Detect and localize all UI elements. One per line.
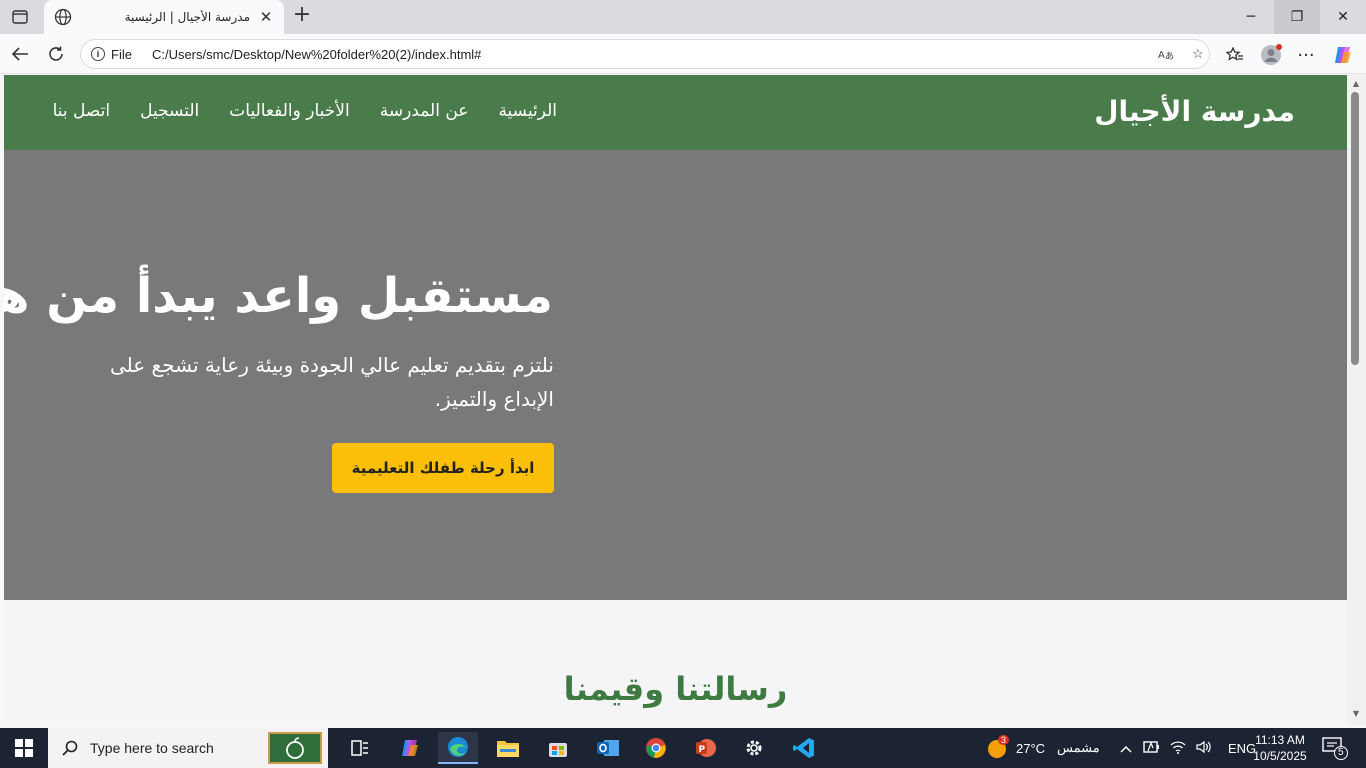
svg-text:あ: あ: [1165, 51, 1174, 61]
nav-link-home[interactable]: الرئيسية: [498, 101, 557, 121]
settings-gear-icon[interactable]: [734, 732, 774, 764]
read-aloud-icon[interactable]: Aあ: [1155, 43, 1177, 65]
vscode-icon[interactable]: [784, 732, 824, 764]
close-window-button[interactable]: ✕: [1320, 0, 1366, 34]
webpage-viewport: مدرسة الأجيال الرئيسية عن المدرسة الأخبا…: [4, 75, 1347, 725]
taskbar-clock[interactable]: 11:13 AM 10/5/2025: [1246, 732, 1314, 764]
address-toolbar: i File C:/Users/smc/Desktop/New%20folder…: [0, 34, 1366, 74]
minimize-button[interactable]: ─: [1228, 0, 1274, 34]
nav-link-about[interactable]: عن المدرسة: [380, 101, 469, 121]
weather-badge: 3: [998, 735, 1010, 745]
svg-text:A: A: [1158, 50, 1165, 61]
page-scrollbar[interactable]: ▲ ▼: [1347, 75, 1366, 725]
windows-start-icon[interactable]: [0, 728, 48, 768]
copilot-icon[interactable]: [1330, 42, 1356, 68]
globe-icon: [54, 8, 72, 26]
edge-browser-icon[interactable]: [438, 732, 478, 764]
new-tab-button[interactable]: +: [290, 4, 314, 28]
url-bar[interactable]: i File C:/Users/smc/Desktop/New%20folder…: [80, 39, 1210, 69]
site-brand[interactable]: مدرسة الأجيال: [1094, 95, 1295, 128]
browser-tab[interactable]: مدرسة الأجيال | الرئيسية ✕: [44, 0, 284, 34]
hero-title: مستقبل واعد يبدأ من هنا: [4, 268, 553, 324]
scroll-up-icon[interactable]: ▲: [1351, 79, 1361, 89]
refresh-icon[interactable]: [44, 42, 68, 66]
url-text[interactable]: C:/Users/smc/Desktop/New%20folder%20(2)/…: [152, 47, 1145, 62]
microsoft-store-icon[interactable]: [538, 732, 578, 764]
wifi-icon[interactable]: [1170, 740, 1186, 757]
chrome-icon[interactable]: [636, 732, 676, 764]
more-options-icon[interactable]: ···: [1293, 42, 1319, 68]
volume-icon[interactable]: [1196, 740, 1212, 757]
hero-section: مستقبل واعد يبدأ من هنا نلتزم بتقديم تعل…: [4, 150, 1347, 600]
network-battery-icon[interactable]: [1142, 739, 1160, 758]
browser-tab-bar: مدرسة الأجيال | الرئيسية ✕ + ─ ❐ ✕: [0, 0, 1366, 34]
svg-text:P: P: [699, 745, 706, 755]
search-icon: [62, 740, 78, 756]
weather-condition: مشمس: [1057, 740, 1100, 755]
clock-date: 10/5/2025: [1253, 749, 1307, 763]
tab-title: مدرسة الأجيال | الرئيسية: [124, 10, 250, 24]
tab-actions-icon[interactable]: [8, 6, 32, 28]
favorite-star-icon[interactable]: ☆: [1187, 43, 1209, 65]
nav-links: الرئيسية عن المدرسة الأخبار والفعاليات ا…: [53, 101, 557, 121]
hero-subtitle: نلتزم بتقديم تعليم عالي الجودة وبيئة رعا…: [109, 353, 554, 411]
task-view-icon[interactable]: [340, 732, 380, 764]
restore-button[interactable]: ❐: [1274, 0, 1320, 34]
section-title: رسالتنا وقيمنا: [563, 670, 788, 708]
outlook-icon[interactable]: [588, 732, 628, 764]
chalkboard-apple-icon[interactable]: [268, 732, 322, 764]
weather-widget[interactable]: 3 27°C مشمس: [984, 728, 1100, 768]
info-icon[interactable]: i: [91, 47, 105, 61]
chevron-up-icon[interactable]: [1120, 741, 1132, 756]
file-explorer-icon[interactable]: [488, 732, 528, 764]
weather-temperature: 27°C: [1016, 740, 1046, 756]
nav-link-news[interactable]: الأخبار والفعاليات: [229, 101, 349, 121]
scrollbar-thumb[interactable]: [1351, 92, 1359, 365]
search-placeholder: Type here to search: [90, 740, 214, 756]
scroll-down-icon[interactable]: ▼: [1351, 709, 1361, 719]
nav-link-contact[interactable]: اتصل بنا: [53, 101, 111, 121]
favorites-icon[interactable]: [1222, 42, 1248, 68]
clock-time: 11:13 AM: [1255, 733, 1305, 747]
sun-weather-icon: 3: [984, 735, 1010, 761]
profile-avatar-icon[interactable]: [1258, 42, 1284, 68]
hero-cta-button[interactable]: ابدأ رحلة طفلك التعليمية: [332, 443, 554, 493]
copilot-taskbar-icon[interactable]: [390, 732, 430, 764]
notification-count-badge: 5: [1334, 746, 1348, 760]
windows-taskbar: Type here to search P 3 27°C مشمس ENG 11…: [0, 728, 1366, 768]
notification-center-icon[interactable]: 5: [1322, 728, 1348, 768]
url-scheme-label: File: [111, 46, 132, 62]
tab-close-icon[interactable]: ✕: [258, 8, 274, 26]
system-tray: ENG: [1120, 728, 1256, 768]
powerpoint-icon[interactable]: P: [686, 732, 726, 764]
taskbar-search-box[interactable]: Type here to search: [48, 728, 328, 768]
back-arrow-icon[interactable]: [8, 42, 32, 66]
site-navbar: مدرسة الأجيال الرئيسية عن المدرسة الأخبا…: [4, 75, 1347, 150]
nav-link-register[interactable]: التسجيل: [140, 101, 199, 121]
